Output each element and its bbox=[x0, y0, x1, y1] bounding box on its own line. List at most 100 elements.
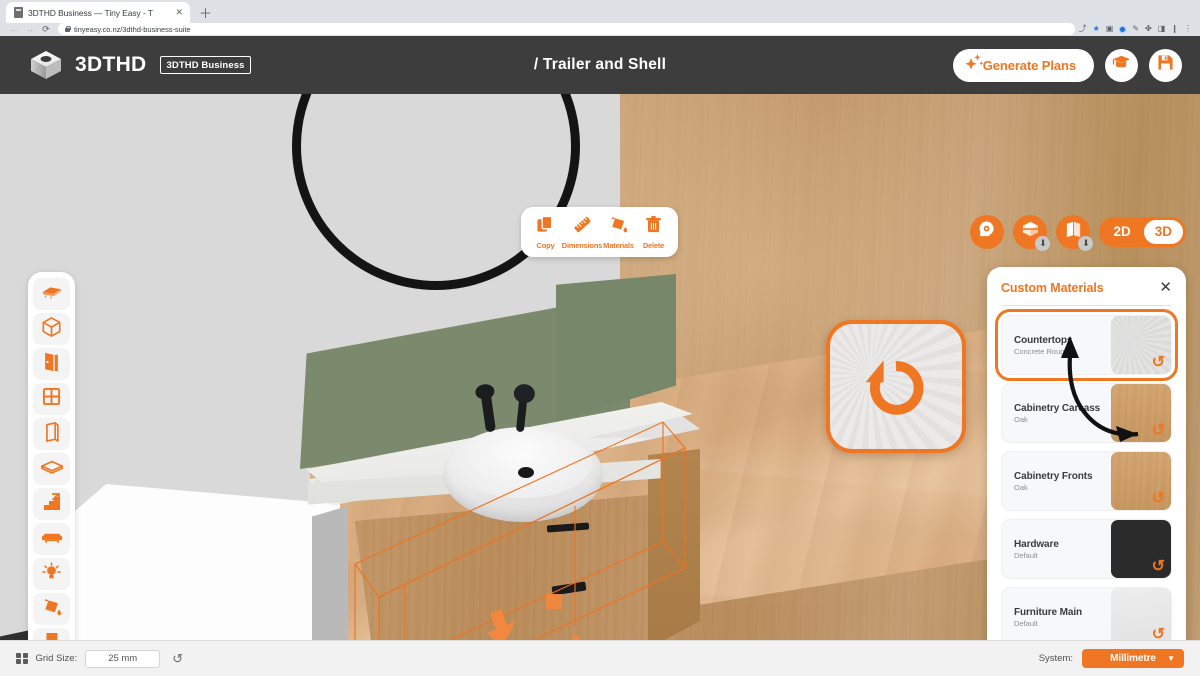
grid-size-label: Grid Size: bbox=[35, 653, 78, 664]
material-value: Default bbox=[1014, 550, 1038, 560]
unit-system-value: Millimetre bbox=[1110, 653, 1156, 664]
save-disk-icon bbox=[1157, 54, 1174, 76]
section-view-button[interactable]: ⬇ bbox=[1013, 215, 1051, 251]
eyedropper-icon[interactable]: ✎ bbox=[1132, 25, 1139, 33]
material-text: Cabinetry Fronts Oak bbox=[1002, 452, 1111, 510]
toggle-2d[interactable]: 2D bbox=[1102, 220, 1141, 244]
sofa-icon bbox=[41, 529, 63, 549]
left-tool-rail bbox=[28, 272, 75, 666]
viewport-3d[interactable]: Copy Dimensions Materials Delete ⬇ ⬇ 2D … bbox=[0, 94, 1200, 676]
reset-material-icon[interactable]: ↺ bbox=[1152, 355, 1165, 371]
material-swatch[interactable]: ↺ bbox=[1111, 520, 1171, 578]
sidebar-item-materials[interactable] bbox=[33, 593, 70, 625]
grid-reset-icon[interactable]: ↺ bbox=[172, 652, 183, 665]
sidebar-item-door[interactable] bbox=[33, 348, 70, 380]
app-root: 3DTHD 3DTHD Business / Trailer and Shell… bbox=[0, 36, 1200, 676]
material-text: Hardware Default bbox=[1002, 520, 1111, 578]
delete-button[interactable]: Delete bbox=[636, 215, 671, 250]
save-button[interactable] bbox=[1149, 48, 1182, 82]
logo-cube-icon bbox=[30, 50, 62, 80]
isometric-view-button[interactable]: ⬇ bbox=[1056, 215, 1094, 251]
door-icon bbox=[42, 352, 61, 377]
sidebar-item-wall[interactable] bbox=[33, 418, 70, 450]
camera-icon[interactable]: ▣ bbox=[1106, 25, 1114, 33]
tab-title: 3DTHD Business — Tiny Easy - T bbox=[28, 7, 153, 18]
material-swatch[interactable]: ↺ bbox=[1111, 452, 1171, 510]
generate-plans-label: Generate Plans bbox=[982, 57, 1076, 73]
new-tab-button[interactable]: ＋ bbox=[199, 7, 212, 22]
material-text: Furniture Main Default bbox=[1002, 588, 1111, 646]
material-swatch[interactable]: ↺ bbox=[1111, 588, 1171, 646]
scene-vanity-side bbox=[648, 449, 700, 649]
menu-icon[interactable]: ⋮ bbox=[1184, 25, 1192, 33]
address-bar[interactable]: tinyeasy.co.nz/3dthd-business-suite bbox=[58, 23, 1075, 35]
panel-title: Custom Materials bbox=[1001, 281, 1104, 295]
delete-label: Delete bbox=[642, 241, 665, 250]
reset-material-icon[interactable]: ↺ bbox=[1152, 423, 1165, 439]
measure-tape-button[interactable] bbox=[970, 215, 1005, 249]
reset-material-icon bbox=[865, 359, 924, 415]
bookmark-star-icon[interactable]: ★ bbox=[1093, 25, 1100, 33]
forward-icon[interactable]: → bbox=[22, 24, 38, 34]
browser-chrome: 3DTHD Business — Tiny Easy - T ✕ ＋ ← → ⟳… bbox=[0, 0, 1200, 36]
reset-material-icon[interactable]: ↺ bbox=[1152, 491, 1165, 507]
browser-tab[interactable]: 3DTHD Business — Tiny Easy - T ✕ bbox=[6, 2, 190, 23]
download-badge-icon: ⬇ bbox=[1035, 236, 1051, 251]
material-name: Furniture Main bbox=[1014, 606, 1083, 618]
sidebar-item-floor[interactable] bbox=[33, 453, 70, 485]
list-item[interactable]: Furniture Main Default ↺ bbox=[1001, 587, 1172, 647]
toggle-3d[interactable]: 3D bbox=[1143, 220, 1183, 244]
reload-icon[interactable]: ⟳ bbox=[38, 24, 54, 34]
sidebar-item-trailer[interactable] bbox=[33, 278, 70, 310]
sidepanel-icon[interactable]: ◨ bbox=[1158, 25, 1166, 33]
paint-bucket-icon bbox=[42, 597, 62, 622]
sidebar-item-lighting[interactable] bbox=[33, 558, 70, 590]
material-name: Cabinetry Fronts bbox=[1014, 470, 1093, 482]
materials-button[interactable]: Materials bbox=[601, 215, 636, 250]
list-item[interactable]: Cabinetry Fronts Oak ↺ bbox=[1001, 451, 1172, 511]
sparkle-icon bbox=[962, 52, 984, 74]
back-icon[interactable]: ← bbox=[6, 24, 22, 34]
copy-button[interactable]: Copy bbox=[528, 215, 563, 250]
learn-button[interactable] bbox=[1105, 48, 1138, 82]
list-item[interactable]: Cabinetry Carcass Oak ↺ bbox=[1001, 383, 1172, 443]
reset-icon-callout bbox=[826, 320, 966, 453]
unit-system-select[interactable]: Millimetre ▼ bbox=[1082, 649, 1184, 668]
close-icon[interactable]: ✕ bbox=[1159, 280, 1172, 294]
material-swatch[interactable]: ↺ bbox=[1111, 384, 1171, 442]
material-text: Countertops Concrete Rough bbox=[1002, 316, 1111, 374]
dimensions-button[interactable]: Dimensions bbox=[562, 215, 602, 250]
system-label: System: bbox=[1038, 653, 1073, 664]
brand[interactable]: 3DTHD 3DTHD Business bbox=[30, 50, 252, 80]
puzzle-icon[interactable]: ✤ bbox=[1145, 25, 1152, 33]
app-header: 3DTHD 3DTHD Business / Trailer and Shell… bbox=[0, 36, 1200, 94]
dimension-toggle[interactable]: 2D 3D bbox=[1099, 217, 1186, 247]
material-value: Oak bbox=[1014, 414, 1028, 424]
cube-icon bbox=[42, 316, 61, 342]
unit-system-control: System: Millimetre ▼ bbox=[1039, 649, 1184, 668]
share-icon[interactable]: ⤴ bbox=[1079, 25, 1087, 33]
close-icon[interactable]: ✕ bbox=[174, 8, 184, 17]
sidebar-item-furniture[interactable] bbox=[33, 523, 70, 555]
sidebar-item-window[interactable] bbox=[33, 383, 70, 415]
grid-size-input[interactable]: 25 mm bbox=[85, 649, 161, 668]
sidebar-item-shell[interactable] bbox=[33, 313, 70, 345]
blue-circle-icon[interactable] bbox=[1119, 25, 1127, 33]
material-name: Countertops bbox=[1014, 334, 1073, 346]
trash-icon bbox=[644, 215, 663, 239]
list-item[interactable]: Hardware Default ↺ bbox=[1001, 519, 1172, 579]
material-text: Cabinetry Carcass Oak bbox=[1002, 384, 1111, 442]
material-name: Hardware bbox=[1014, 538, 1059, 550]
context-toolbar: Copy Dimensions Materials Delete bbox=[521, 207, 678, 257]
list-item[interactable]: Countertops Concrete Rough ↺ bbox=[995, 309, 1178, 381]
material-name: Cabinetry Carcass bbox=[1014, 402, 1101, 414]
material-swatch[interactable]: ↺ bbox=[1111, 316, 1171, 374]
sidebar-item-stairs[interactable] bbox=[33, 488, 70, 520]
reset-material-icon[interactable]: ↺ bbox=[1152, 559, 1165, 575]
ruler-icon bbox=[573, 215, 592, 239]
generate-plans-button[interactable]: Generate Plans bbox=[952, 48, 1094, 82]
profile-icon[interactable]: ❙ bbox=[1171, 25, 1178, 33]
material-value: Concrete Rough bbox=[1014, 346, 1069, 356]
grid-size-control: Grid Size: 25 mm ↺ bbox=[16, 649, 183, 668]
divider bbox=[1001, 305, 1172, 306]
